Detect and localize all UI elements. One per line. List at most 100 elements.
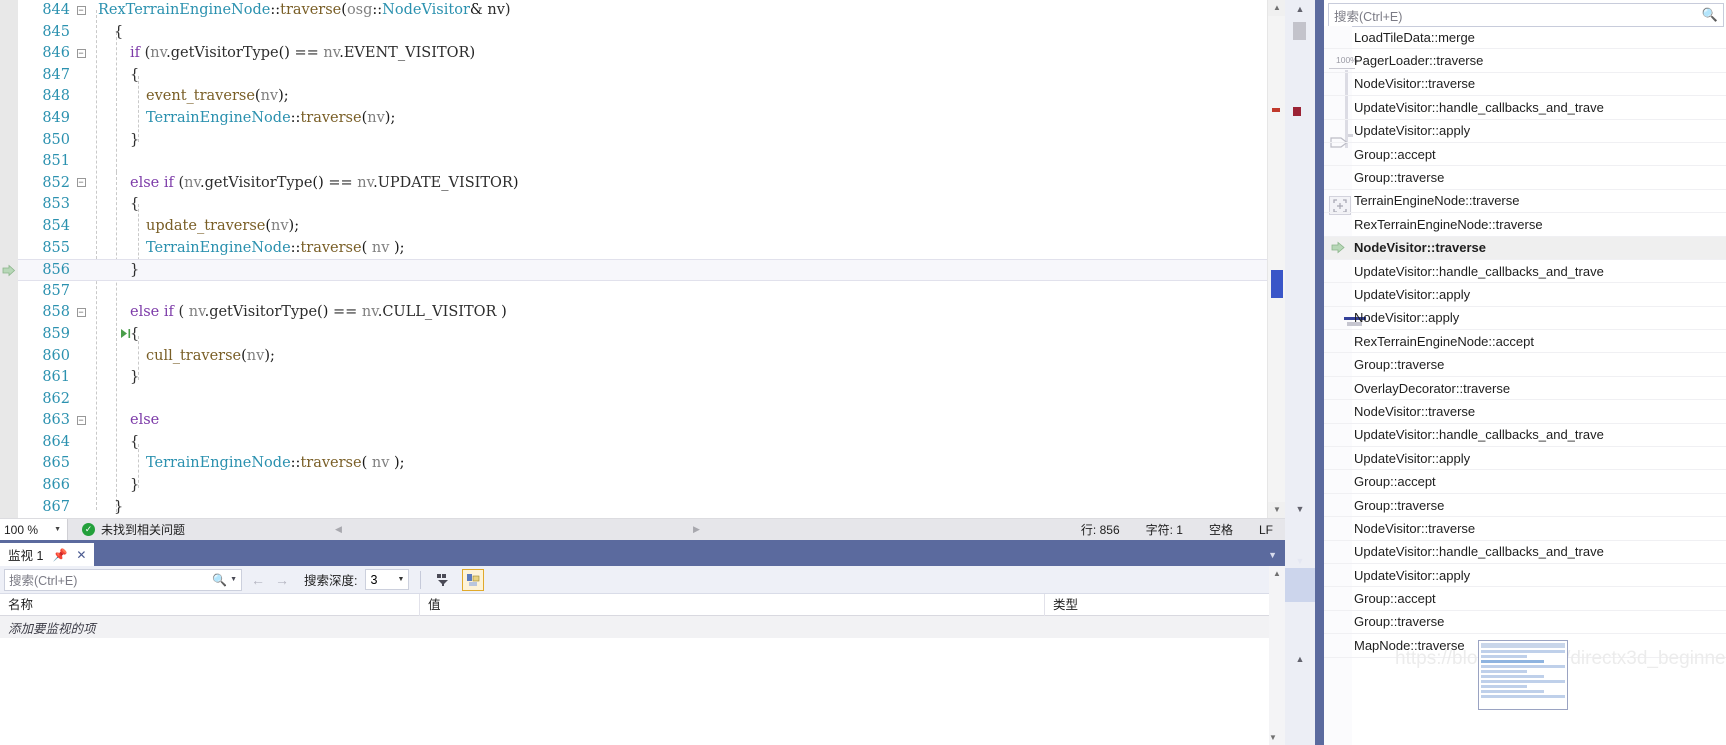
call-stack-row[interactable]: UpdateVisitor::handle_callbacks_and_trav… [1324,260,1726,284]
code-line[interactable]: 859 { [18,324,1285,346]
code-line[interactable]: 852− else if (nv.getVisitorType() == nv.U… [18,173,1285,195]
call-stack-row[interactable]: UpdateVisitor::apply [1324,564,1726,588]
call-stack-row[interactable]: NodeVisitor::traverse [1324,517,1726,541]
tab-watch-1[interactable]: 监视 1 📌 ✕ [0,543,95,566]
call-stack-row[interactable]: UpdateVisitor::apply [1324,120,1726,143]
line-number: 862 [42,390,70,407]
call-stack-row[interactable]: TerrainEngineNode::traverse [1324,190,1726,214]
next-issue-icon[interactable]: ▶ [693,524,700,535]
fold-collapse-icon[interactable]: − [70,43,92,65]
scroll-up-arrow[interactable]: ▲ [1268,0,1285,16]
code-line[interactable]: 851 [18,151,1285,173]
call-stack-frame-label: MapNode::traverse [1354,637,1465,653]
code-line[interactable]: 864 { [18,432,1285,454]
editor-vertical-scrollbar[interactable]: ▲ ▼ [1267,0,1285,518]
close-icon[interactable]: ✕ [76,548,86,562]
chevron-down-icon[interactable]: ▼ [230,576,237,583]
call-stack-row-selected[interactable]: NodeVisitor::traverse [1324,236,1726,260]
call-stack-row[interactable]: PagerLoader::traverse [1324,49,1726,73]
code-line[interactable]: 861 } [18,367,1285,389]
code-line[interactable]: 853 { [18,194,1285,216]
fold-collapse-icon[interactable]: − [70,0,92,22]
code-line[interactable]: 846− if (nv.getVisitorType() == nv.EVENT_… [18,43,1285,65]
code-editor[interactable]: 844− RexTerrainEngineNode::traverse(osg::… [0,0,1285,518]
call-stack-row[interactable]: LoadTileData::merge [1324,26,1726,50]
call-stack-row[interactable]: UpdateVisitor::apply [1324,283,1726,307]
column-header-value[interactable]: 值 [420,593,1045,616]
code-line[interactable]: 867 } [18,497,1285,518]
call-stack-row[interactable]: Group::traverse [1324,494,1726,518]
search-icon[interactable]: 🔍 [1702,7,1718,23]
code-line[interactable]: 855 TerrainEngineNode::traverse( nv ); [18,238,1285,260]
overview-thumb[interactable] [1293,22,1306,40]
tab-overflow-icon[interactable]: ▼ [1268,543,1285,566]
scroll-down-arrow[interactable]: ▼ [1268,502,1285,518]
search-next-icon[interactable]: → [274,572,290,588]
call-stack-frame-label: UpdateVisitor::apply [1354,123,1471,139]
zoom-level-combo[interactable]: 100 % ▼ [0,519,68,540]
editor-glyph-margin[interactable] [0,0,18,518]
code-line[interactable]: 860 cull_traverse(nv); [18,346,1285,368]
fold-collapse-icon[interactable]: − [70,410,92,432]
call-stack-row[interactable]: UpdateVisitor::handle_callbacks_and_trav… [1324,541,1726,564]
code-line[interactable]: 862 [18,389,1285,411]
code-line[interactable]: 865 TerrainEngineNode::traverse( nv ); [18,453,1285,475]
call-stack-frame-label: RexTerrainEngineNode::traverse [1354,216,1543,232]
filter-icon[interactable] [432,569,454,591]
search-depth-combo[interactable]: 3 ▼ [365,569,410,590]
call-stack-row[interactable]: Group::traverse [1324,611,1726,635]
call-stack-list[interactable]: LoadTileData::merge PagerLoader::traverse… [1324,26,1726,745]
code-line[interactable]: 845 { [18,22,1285,44]
scroll-up-arrow-2[interactable]: ▲ [1285,650,1315,668]
scroll-up-arrow[interactable]: ▲ [1269,566,1285,581]
call-stack-row[interactable]: Group::accept [1324,143,1726,167]
code-line[interactable]: 848 event_traverse(nv); [18,86,1285,108]
thumbnail-preview-overlay[interactable] [1478,640,1568,710]
code-line[interactable]: 858− else if ( nv.getVisitorType() == nv.… [18,302,1285,324]
code-line[interactable]: 844− RexTerrainEngineNode::traverse(osg::… [18,0,1285,22]
column-header-type[interactable]: 类型 [1045,594,1285,616]
run-to-cursor-icon[interactable] [120,328,132,342]
code-lines-container[interactable]: 844− RexTerrainEngineNode::traverse(osg::… [2,0,1285,518]
scroll-up-arrow[interactable]: ▲ [1285,0,1315,18]
pin-icon[interactable]: 📌 [52,548,67,562]
scroll-down-arrow[interactable]: ▼ [1285,500,1315,518]
call-stack-row[interactable]: Group::accept [1324,470,1726,494]
watch-search-input[interactable]: 搜索(Ctrl+E) 🔍 ▼ [4,568,242,591]
code-line[interactable]: 847 { [18,65,1285,87]
call-stack-row[interactable]: Group::traverse [1324,353,1726,377]
code-line[interactable]: 856 } [2,259,1285,281]
column-header-name[interactable]: 名称 [0,593,420,616]
call-stack-row[interactable]: UpdateVisitor::handle_callbacks_and_trav… [1324,96,1726,120]
code-line[interactable]: 863− else [18,410,1285,432]
call-stack-row[interactable]: UpdateVisitor::handle_callbacks_and_trav… [1324,424,1726,448]
call-stack-row[interactable]: NodeVisitor::traverse [1324,73,1726,97]
code-line[interactable]: 854 update_traverse(nv); [18,216,1285,238]
prev-issue-icon[interactable]: ◀ [335,524,342,535]
fold-collapse-icon[interactable]: − [70,173,92,195]
call-stack-row[interactable]: NodeVisitor::apply [1324,307,1726,331]
call-stack-row[interactable]: RexTerrainEngineNode::traverse [1324,213,1726,237]
code-line[interactable]: 849 TerrainEngineNode::traverse(nv); [18,108,1285,130]
issue-status[interactable]: ✓ 未找到相关问题 [82,521,185,538]
fold-collapse-icon[interactable]: − [70,302,92,324]
code-line[interactable]: 866 } [18,475,1285,497]
code-line[interactable]: 850 } [18,130,1285,152]
call-stack-row[interactable]: Group::traverse [1324,166,1726,190]
call-stack-row[interactable]: UpdateVisitor::apply [1324,447,1726,471]
search-icon[interactable]: 🔍 [212,573,227,587]
watch-vertical-scrollbar[interactable]: ▲ ▼ [1269,566,1285,745]
hex-display-icon[interactable] [462,568,485,591]
call-stack-row[interactable]: Group::accept [1324,587,1726,611]
search-prev-icon[interactable]: ← [250,572,266,588]
watch-empty-row[interactable]: 添加要监视的项 [0,616,1285,638]
call-stack-row[interactable]: OverlayDecorator::traverse [1324,377,1726,401]
code-line[interactable]: 857 [18,281,1285,303]
scroll-thumb[interactable] [1271,270,1283,298]
call-stack-search-input[interactable]: 搜索(Ctrl+E) 🔍 [1328,3,1724,27]
call-stack-row[interactable]: NodeVisitor::traverse [1324,400,1726,424]
scroll-down-arrow[interactable]: ▼ [1269,730,1277,745]
call-stack-row[interactable]: RexTerrainEngineNode::accept [1324,330,1726,354]
editor-overview-column[interactable]: ▲ ▼ ▼ ▲ [1285,0,1315,745]
